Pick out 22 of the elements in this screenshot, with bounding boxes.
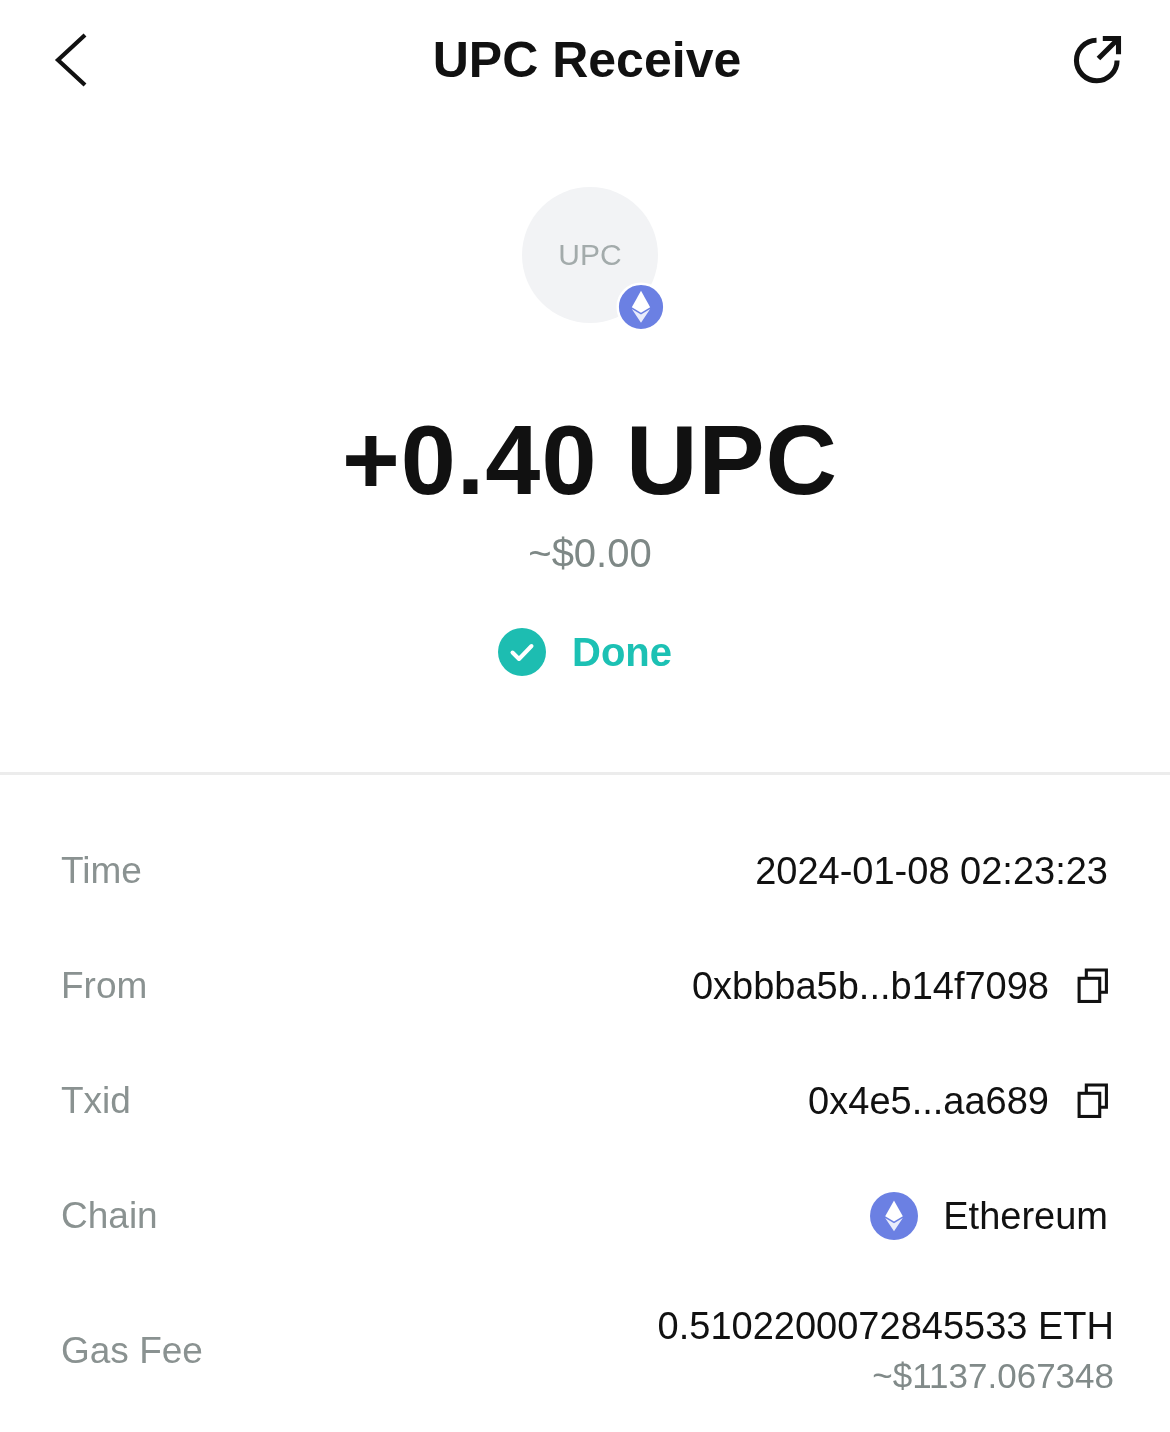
ethereum-icon xyxy=(870,1191,919,1240)
copy-icon[interactable] xyxy=(1077,968,1108,1003)
chain-name: Ethereum xyxy=(943,1193,1108,1239)
detail-value: 2024-01-08 02:23:23 xyxy=(755,848,1108,894)
back-icon[interactable] xyxy=(54,32,88,88)
amount: +0.40 UPC xyxy=(342,405,838,515)
page-title: UPC Receive xyxy=(431,31,743,90)
detail-label: From xyxy=(61,963,148,1008)
detail-label: Gas Fee xyxy=(61,1329,203,1373)
fiat-amount: ~$0.00 xyxy=(528,530,652,577)
check-circle-icon xyxy=(498,628,546,676)
detail-label: Time xyxy=(61,848,142,893)
token-symbol: UPC xyxy=(558,238,622,272)
ethereum-icon xyxy=(616,282,666,332)
detail-label: Chain xyxy=(61,1193,158,1238)
detail-value: 0x4e5...aa689 xyxy=(808,1078,1049,1124)
detail-value: 0xbbba5b...b14f7098 xyxy=(691,963,1049,1009)
status-text: Done xyxy=(572,629,672,676)
fiat-value: ~$1137.067348 xyxy=(872,1355,1114,1397)
gas-fee-value: 0.5102200072845533 ETH xyxy=(657,1304,1114,1349)
detail-label: Txid xyxy=(61,1078,131,1123)
copy-icon[interactable] xyxy=(1077,1083,1108,1118)
